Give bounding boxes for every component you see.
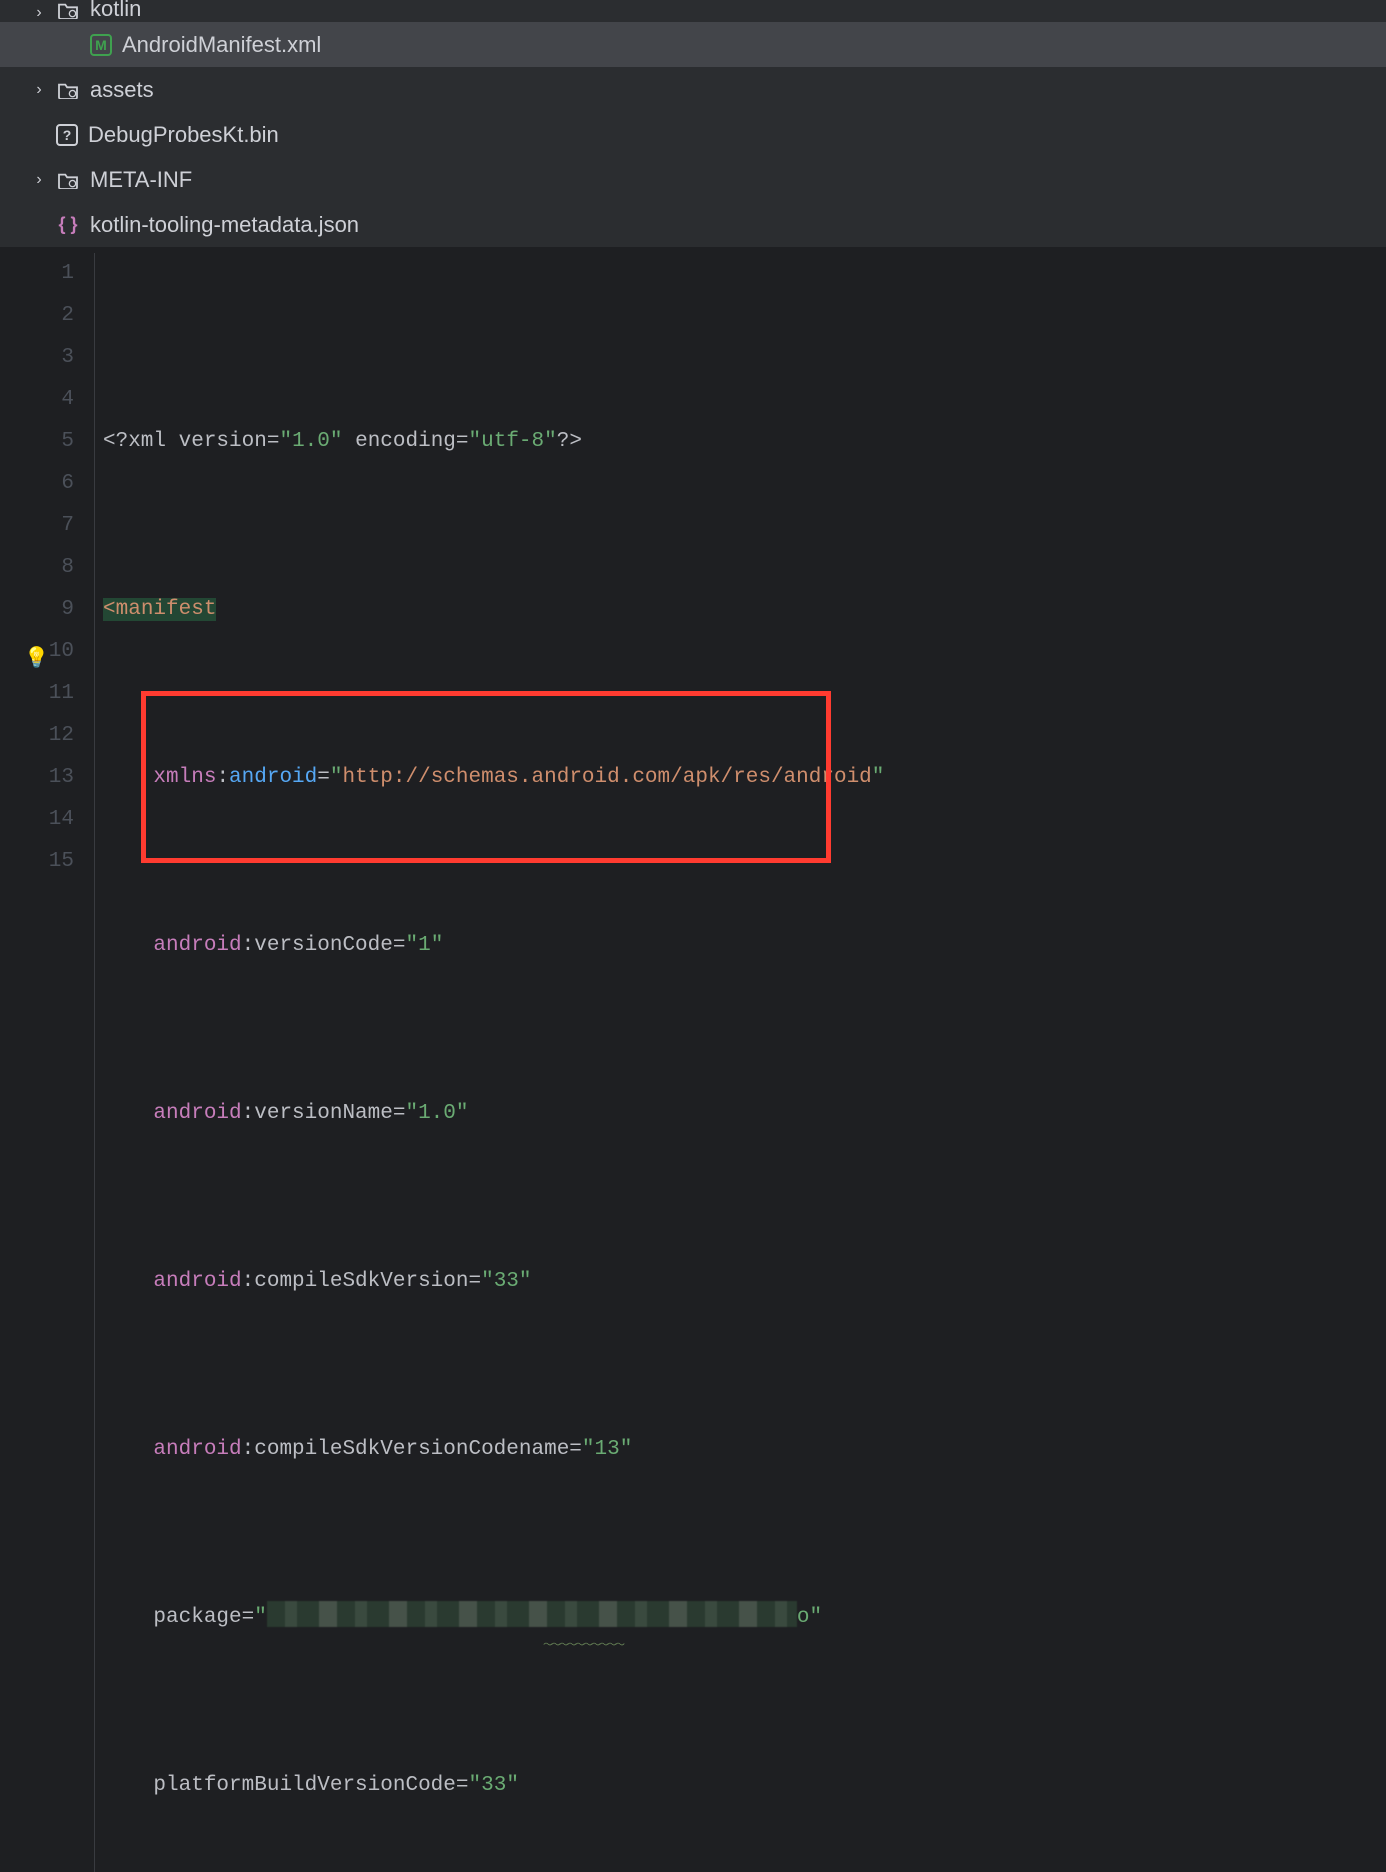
tree-label: DebugProbesKt.bin	[88, 122, 279, 148]
folder-icon	[56, 168, 80, 192]
line-number: 12	[0, 715, 74, 757]
tree-label: kotlin	[90, 0, 141, 22]
code-area[interactable]: <?xml version="1.0" encoding="utf-8"?> <…	[95, 253, 1386, 1872]
unknown-file-icon: ?	[56, 124, 78, 146]
manifest-icon: M	[90, 34, 112, 56]
tree-item-kotlintooling[interactable]: { } kotlin-tooling-metadata.json	[0, 202, 1386, 247]
code-line: android:versionCode="1"	[103, 925, 1386, 967]
folder-icon	[56, 0, 80, 22]
warning-underline: ～～～～～～～～～～	[543, 1626, 713, 1638]
tree-item-assets[interactable]: › assets	[0, 67, 1386, 112]
line-number: 1	[0, 253, 74, 295]
tree-label: kotlin-tooling-metadata.json	[90, 212, 359, 238]
file-tree: › kotlin M AndroidManifest.xml › assets …	[0, 0, 1386, 247]
redacted-text	[267, 1601, 797, 1627]
code-line: android:versionName="1.0"	[103, 1093, 1386, 1135]
line-number: 5	[0, 421, 74, 463]
tree-item-debugprobes[interactable]: ? DebugProbesKt.bin	[0, 112, 1386, 157]
code-line: platformBuildVersionCode="33"	[103, 1765, 1386, 1807]
line-number: 3	[0, 337, 74, 379]
line-number: 6	[0, 463, 74, 505]
code-line: <manifest	[103, 589, 1386, 631]
line-number: 11	[0, 673, 74, 715]
line-number: 13	[0, 757, 74, 799]
line-number: 14	[0, 799, 74, 841]
chevron-right-icon: ›	[30, 81, 48, 99]
json-icon: { }	[56, 213, 80, 237]
line-number: 4	[0, 379, 74, 421]
tree-label: assets	[90, 77, 154, 103]
tree-item-metainf[interactable]: › META-INF	[0, 157, 1386, 202]
code-line: xmlns:android="http://schemas.android.co…	[103, 757, 1386, 799]
tree-label: AndroidManifest.xml	[122, 32, 321, 58]
line-number: 8	[0, 547, 74, 589]
tree-item-kotlin[interactable]: › kotlin	[0, 0, 1386, 22]
code-editor[interactable]: 1 2 3 4 5 6 7 8 9 💡 10 11 12 13 14 15 <?…	[0, 253, 1386, 1872]
code-line: android:compileSdkVersion="33"	[103, 1261, 1386, 1303]
line-number: 9	[0, 589, 74, 631]
folder-icon	[56, 78, 80, 102]
line-number: 💡 10	[0, 631, 74, 673]
chevron-right-icon: ›	[30, 4, 48, 22]
code-line: package="o"～～～～～～～～～～	[103, 1597, 1386, 1639]
code-line: android:compileSdkVersionCodename="13"	[103, 1429, 1386, 1471]
gutter: 1 2 3 4 5 6 7 8 9 💡 10 11 12 13 14 15	[0, 253, 95, 1872]
line-number: 2	[0, 295, 74, 337]
chevron-right-icon: ›	[30, 171, 48, 189]
tree-item-manifest[interactable]: M AndroidManifest.xml	[0, 22, 1386, 67]
code-line: <?xml version="1.0" encoding="utf-8"?>	[103, 421, 1386, 463]
line-number: 15	[0, 841, 74, 883]
line-number: 7	[0, 505, 74, 547]
tree-label: META-INF	[90, 167, 192, 193]
